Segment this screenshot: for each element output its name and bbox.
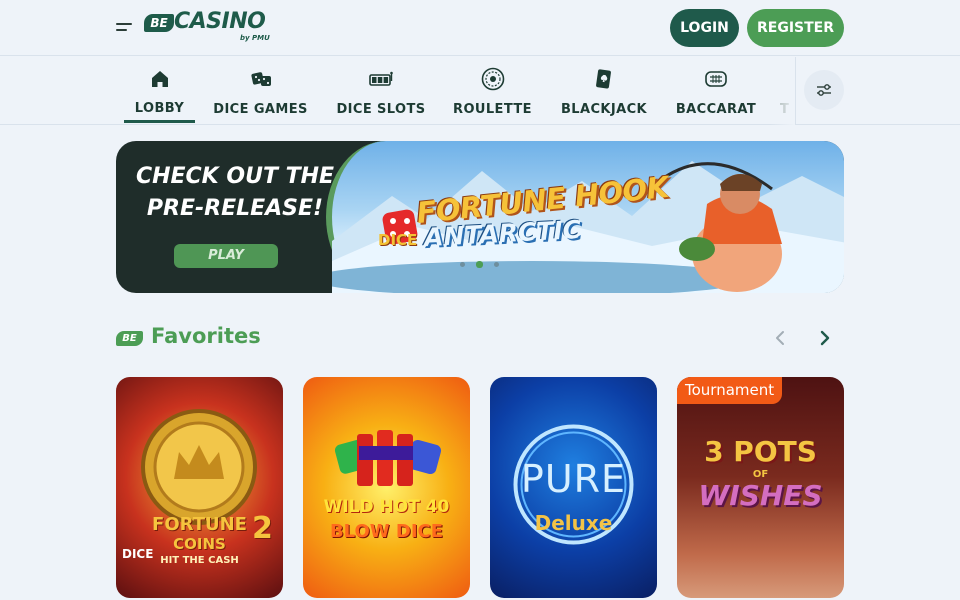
tab-label: BACCARAT bbox=[675, 102, 757, 117]
active-tab-indicator bbox=[124, 120, 195, 123]
dynamite-illustration bbox=[334, 430, 442, 486]
game-card-3-pots-of-wishes[interactable]: 3 POTS OF WISHES bbox=[677, 377, 844, 598]
promo-banner[interactable]: CHECK OUT THE PRE-RELEASE! PLAY DICE FOR… bbox=[116, 141, 844, 293]
banner-play-button[interactable]: PLAY bbox=[174, 244, 278, 268]
game-card-pure-deluxe[interactable]: PURE Deluxe bbox=[490, 377, 657, 598]
game-card-wild-hot-40[interactable]: WILD HOT 40 BLOW DICE bbox=[303, 377, 470, 598]
carousel-dot-active[interactable] bbox=[476, 261, 483, 268]
tab-lobby[interactable]: LOBBY bbox=[124, 57, 195, 125]
tab-label: ROULETTE bbox=[453, 102, 532, 117]
login-button[interactable]: LOGIN bbox=[670, 9, 739, 47]
fisherman-illustration bbox=[661, 162, 782, 292]
banner-headline: CHECK OUT THE PRE-RELEASE! bbox=[130, 161, 340, 225]
tab-label: LOBBY bbox=[134, 101, 185, 116]
top-header: BE CASINO by PMU LOGIN REGISTER bbox=[0, 0, 960, 56]
card-prefix: DICE bbox=[122, 547, 154, 561]
carousel-dot[interactable] bbox=[494, 262, 499, 267]
slot-machine-icon bbox=[369, 71, 393, 86]
nav-fade bbox=[770, 57, 796, 125]
menu-icon[interactable] bbox=[116, 22, 132, 34]
banner-artwork bbox=[326, 141, 844, 293]
nav-divider bbox=[795, 57, 796, 125]
dice-icon bbox=[250, 72, 271, 86]
tab-roulette[interactable]: ROULETTE bbox=[448, 57, 537, 125]
favorites-title: Favorites bbox=[151, 324, 261, 348]
card-title-line1: WILD HOT 40 bbox=[323, 497, 450, 517]
banner-headline-line1: CHECK OUT THE bbox=[135, 164, 335, 189]
tab-baccarat[interactable]: BACCARAT bbox=[670, 57, 762, 125]
tab-blackjack[interactable]: BLACKJACK bbox=[556, 57, 652, 125]
filter-button[interactable] bbox=[804, 70, 844, 110]
tab-label: DICE SLOTS bbox=[336, 102, 426, 117]
game-prefix: DICE bbox=[378, 231, 418, 249]
tab-dice-games[interactable]: DICE GAMES bbox=[207, 57, 314, 125]
tab-label: DICE GAMES bbox=[213, 102, 308, 117]
card-title-line1: 3 POTS bbox=[704, 435, 817, 468]
logo-text: CASINO bbox=[174, 9, 266, 34]
roulette-icon bbox=[481, 67, 504, 91]
carousel-dot[interactable] bbox=[460, 262, 465, 267]
banner-headline-line2: PRE-RELEASE! bbox=[146, 196, 324, 221]
tab-label: BLACKJACK bbox=[561, 102, 647, 117]
register-button[interactable]: REGISTER bbox=[747, 9, 844, 47]
logo-subtext: by PMU bbox=[240, 34, 270, 42]
card-title-line2: Deluxe bbox=[534, 511, 613, 535]
chevron-left-icon[interactable] bbox=[769, 327, 791, 349]
filter-icon bbox=[817, 84, 831, 96]
card-title-line1: PURE bbox=[520, 457, 627, 501]
logo-badge: BE bbox=[144, 14, 174, 32]
home-icon bbox=[151, 71, 168, 87]
card-number: 2 bbox=[252, 511, 273, 546]
cards-icon bbox=[596, 69, 611, 89]
card-title-line2: BLOW DICE bbox=[329, 521, 444, 542]
baccarat-table-icon bbox=[705, 71, 727, 87]
favorites-badge: BE bbox=[116, 331, 143, 346]
tab-dice-slots[interactable]: DICE SLOTS bbox=[330, 57, 432, 125]
game-card-fortune-coins[interactable]: FORTUNE COINS HIT THE CASH DICE 2 bbox=[116, 377, 283, 598]
card-title-line3: WISHES bbox=[698, 479, 823, 512]
tournament-badge: Tournament bbox=[677, 377, 783, 404]
chevron-right-icon[interactable] bbox=[814, 327, 836, 349]
coin-illustration bbox=[141, 409, 257, 525]
